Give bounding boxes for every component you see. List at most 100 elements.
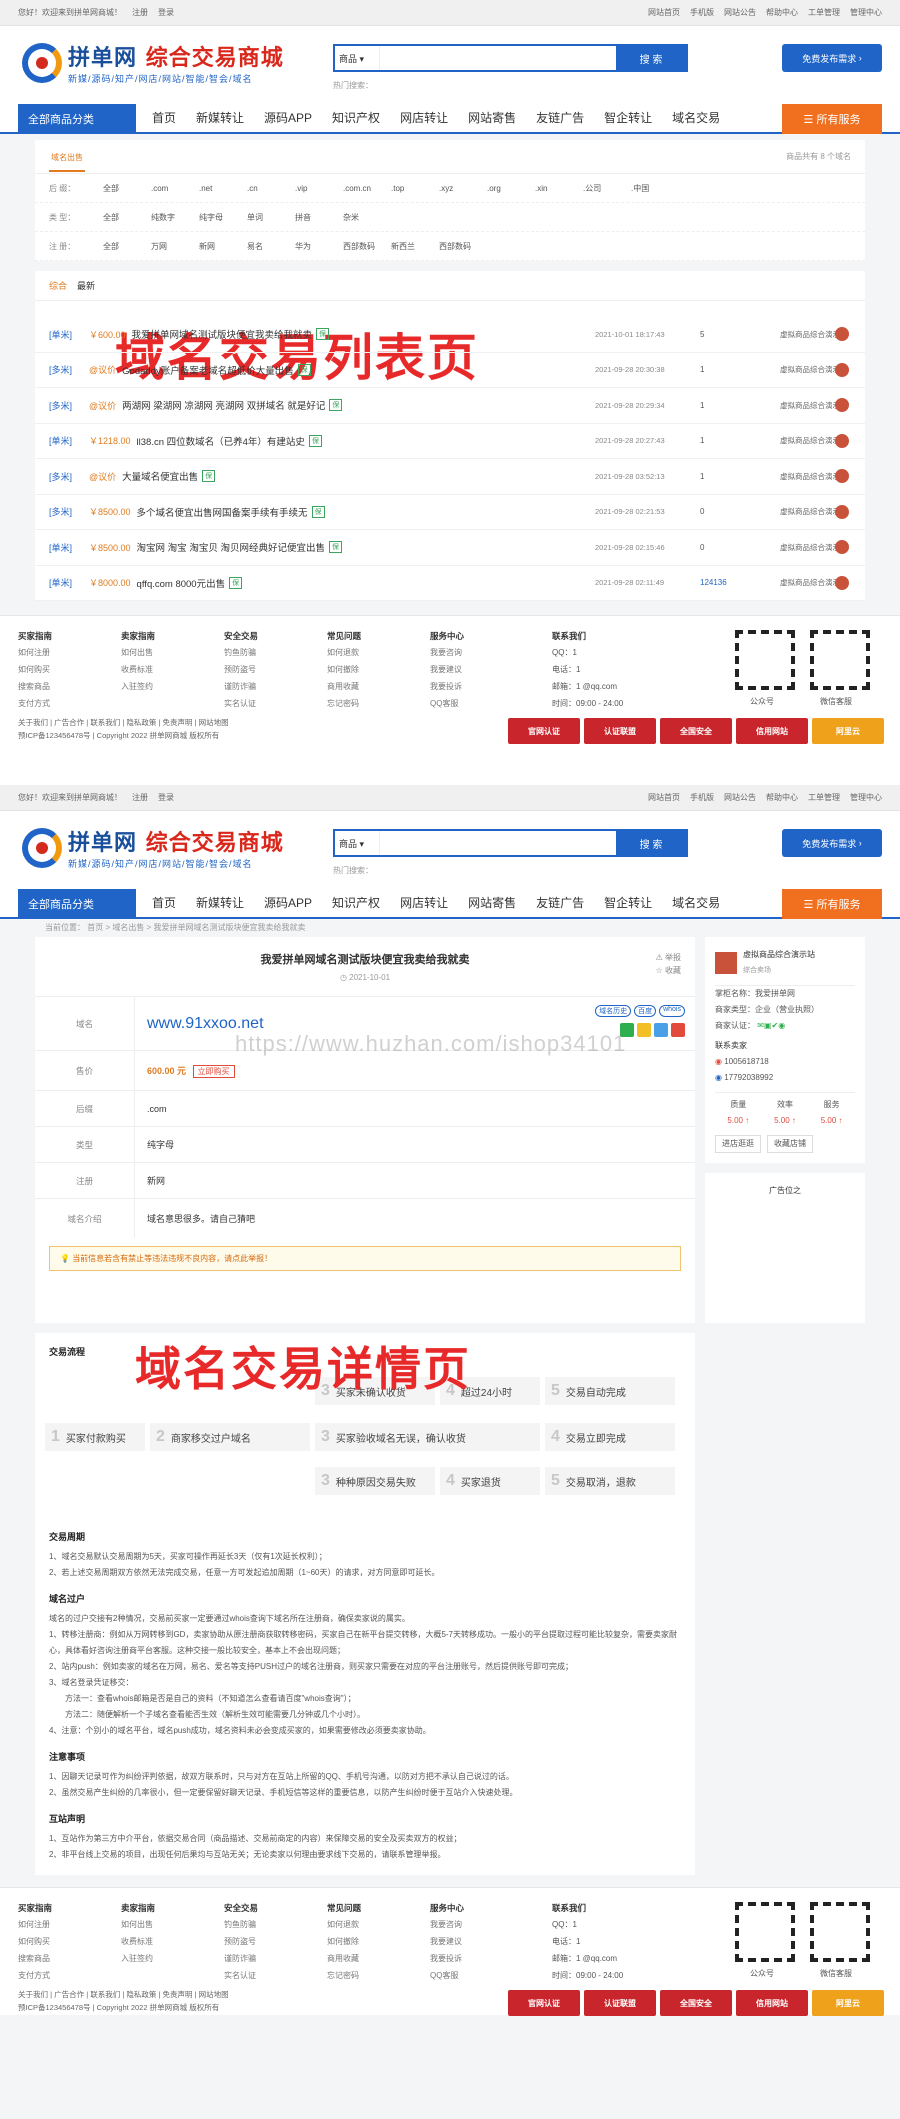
footer-link[interactable]: 如何购买: [18, 1933, 121, 1950]
top-link[interactable]: 网站公告: [724, 7, 756, 18]
search-input[interactable]: [380, 831, 616, 855]
filter-option[interactable]: 新网: [199, 241, 247, 252]
filter-option[interactable]: .cn: [247, 184, 295, 193]
nav-item[interactable]: 智企转让: [604, 109, 652, 126]
list-item[interactable]: [单米] ￥1218.00 ll38.cn 四位数域名（已养4年）有建站史保 2021…: [35, 424, 865, 459]
footer-link[interactable]: 入驻签约: [121, 678, 224, 695]
qq-contact[interactable]: ◉ 1005618718: [715, 1054, 855, 1070]
footer-link[interactable]: 如何撤除: [327, 661, 430, 678]
filter-option[interactable]: 全部: [103, 212, 151, 223]
nav-item[interactable]: 源码APP: [264, 894, 312, 911]
footer-link[interactable]: 我要咨询: [430, 644, 533, 661]
buy-button[interactable]: 立即购买: [192, 1065, 235, 1078]
nav-item[interactable]: 友链广告: [536, 894, 584, 911]
nav-item[interactable]: 新媒转让: [196, 109, 244, 126]
footer-link[interactable]: 收费标准: [121, 1933, 224, 1950]
badge[interactable]: 认证联盟: [584, 1990, 656, 2016]
publish-button[interactable]: 免费发布需求 ›: [782, 829, 882, 857]
filter-option[interactable]: 拼音: [295, 212, 343, 223]
item-title[interactable]: Godaddy账户备案老域名超低价大量出售: [122, 363, 294, 377]
item-title[interactable]: 我爱拼单网域名测试版块便宜我卖给我就卖: [132, 327, 313, 341]
search-category-select[interactable]: 商品 ▾: [335, 46, 380, 70]
filter-option[interactable]: 易名: [247, 241, 295, 252]
footer-link[interactable]: 忘记密码: [327, 695, 430, 712]
footer-links[interactable]: 关于我们 | 广告合作 | 联系我们 | 隐私政策 | 免责声明 | 网站地图: [18, 1988, 229, 2001]
footer-link[interactable]: 如何购买: [18, 661, 121, 678]
site-logo[interactable]: 拼单网 综合交易商城 新媒/源码/知产/网店/网站/智能/智会/域名: [22, 825, 284, 870]
top-link[interactable]: 网站公告: [724, 792, 756, 803]
footer-link[interactable]: 我要建议: [430, 661, 533, 678]
visit-shop-button[interactable]: 进店逛逛: [715, 1135, 761, 1153]
footer-link[interactable]: 如何出售: [121, 1916, 224, 1933]
filter-option[interactable]: 单词: [247, 212, 295, 223]
all-categories-button[interactable]: 全部商品分类: [18, 104, 136, 134]
filter-option[interactable]: 万网: [151, 241, 199, 252]
top-link[interactable]: 网站首页: [648, 7, 680, 18]
list-item[interactable]: [单米] ￥8000.00 qffq.com 8000元出售保 2021-09-28 …: [35, 566, 865, 601]
tag-button[interactable]: whois: [659, 1004, 685, 1017]
top-link[interactable]: 工单管理: [808, 7, 840, 18]
site-logo[interactable]: 拼单网 综合交易商城 新媒/源码/知产/网店/网站/智能/智会/域名: [22, 40, 284, 85]
nav-item[interactable]: 首页: [152, 109, 176, 126]
tab-domain-sale[interactable]: 域名出售: [49, 142, 85, 172]
footer-link[interactable]: 搜索商品: [18, 678, 121, 695]
nav-item[interactable]: 知识产权: [332, 109, 380, 126]
footer-link[interactable]: 如何退款: [327, 644, 430, 661]
filter-option[interactable]: 西部数码: [343, 241, 391, 252]
badge[interactable]: 认证联盟: [584, 718, 656, 744]
filter-option[interactable]: 杂米: [343, 212, 391, 223]
footer-link[interactable]: 预防盗号: [224, 1933, 327, 1950]
footer-link[interactable]: 如何撤除: [327, 1933, 430, 1950]
footer-link[interactable]: QQ客服: [430, 1967, 533, 1984]
item-title[interactable]: 大量域名便宜出售: [122, 469, 198, 483]
badge[interactable]: 阿里云: [812, 718, 884, 744]
badge[interactable]: 官网认证: [508, 718, 580, 744]
nav-item[interactable]: 智企转让: [604, 894, 652, 911]
search-button[interactable]: 搜 索: [616, 831, 686, 855]
phone-contact[interactable]: ◉ 17792038992: [715, 1070, 855, 1086]
register-link[interactable]: 注册: [132, 7, 148, 18]
filter-option[interactable]: .中国: [631, 183, 679, 194]
badge[interactable]: 官网认证: [508, 1990, 580, 2016]
qq-icon[interactable]: [654, 1022, 668, 1037]
filter-option[interactable]: .vip: [295, 184, 343, 193]
register-link[interactable]: 注册: [132, 792, 148, 803]
publish-button[interactable]: 免费发布需求 ›: [782, 44, 882, 72]
nav-item[interactable]: 域名交易: [672, 894, 720, 911]
nav-item[interactable]: 网店转让: [400, 109, 448, 126]
tag-button[interactable]: 百度: [634, 1004, 657, 1017]
search-button[interactable]: 搜 索: [616, 46, 686, 70]
favorite-button[interactable]: ☆ 收藏: [656, 964, 681, 977]
filter-option[interactable]: 纯数字: [151, 212, 199, 223]
footer-link[interactable]: 我要投诉: [430, 1950, 533, 1967]
top-link[interactable]: 网站首页: [648, 792, 680, 803]
top-link[interactable]: 帮助中心: [766, 7, 798, 18]
top-link[interactable]: 管理中心: [850, 7, 882, 18]
item-title[interactable]: ll38.cn 四位数域名（已养4年）有建站史: [137, 434, 305, 448]
nav-item[interactable]: 网站寄售: [468, 894, 516, 911]
star-icon[interactable]: [637, 1022, 651, 1037]
weibo-icon[interactable]: [671, 1022, 685, 1037]
search-category-select[interactable]: 商品 ▾: [335, 831, 380, 855]
filter-option[interactable]: .net: [199, 184, 247, 193]
filter-option[interactable]: .xyz: [439, 184, 487, 193]
item-title[interactable]: 淘宝网 淘宝 淘宝贝 淘贝网经典好记便宜出售: [137, 540, 325, 554]
report-notice[interactable]: 💡 当前信息若含有禁止等违法违规不良内容，请点此举报！: [49, 1246, 681, 1271]
top-link[interactable]: 工单管理: [808, 792, 840, 803]
top-link[interactable]: 管理中心: [850, 792, 882, 803]
nav-item[interactable]: 首页: [152, 894, 176, 911]
login-link[interactable]: 登录: [158, 792, 174, 803]
footer-link[interactable]: 入驻签约: [121, 1950, 224, 1967]
all-categories-button[interactable]: 全部商品分类: [18, 889, 136, 919]
filter-option[interactable]: .com: [151, 184, 199, 193]
footer-link[interactable]: 商用收藏: [327, 1950, 430, 1967]
nav-item[interactable]: 网站寄售: [468, 109, 516, 126]
list-item[interactable]: [多米] @议价 两湖网 梁湖网 凉湖网 亮湖网 双拼域名 就是好记保 2021-09…: [35, 388, 865, 424]
footer-link[interactable]: QQ客服: [430, 695, 533, 712]
footer-link[interactable]: 搜索商品: [18, 1950, 121, 1967]
footer-link[interactable]: 我要投诉: [430, 678, 533, 695]
list-item[interactable]: [多米] @议价 Godaddy账户备案老域名超低价大量出售保 2021-09-28 …: [35, 353, 865, 388]
filter-option[interactable]: 全部: [103, 241, 151, 252]
fav-shop-button[interactable]: 收藏店铺: [767, 1135, 813, 1153]
footer-link[interactable]: 如何退款: [327, 1916, 430, 1933]
